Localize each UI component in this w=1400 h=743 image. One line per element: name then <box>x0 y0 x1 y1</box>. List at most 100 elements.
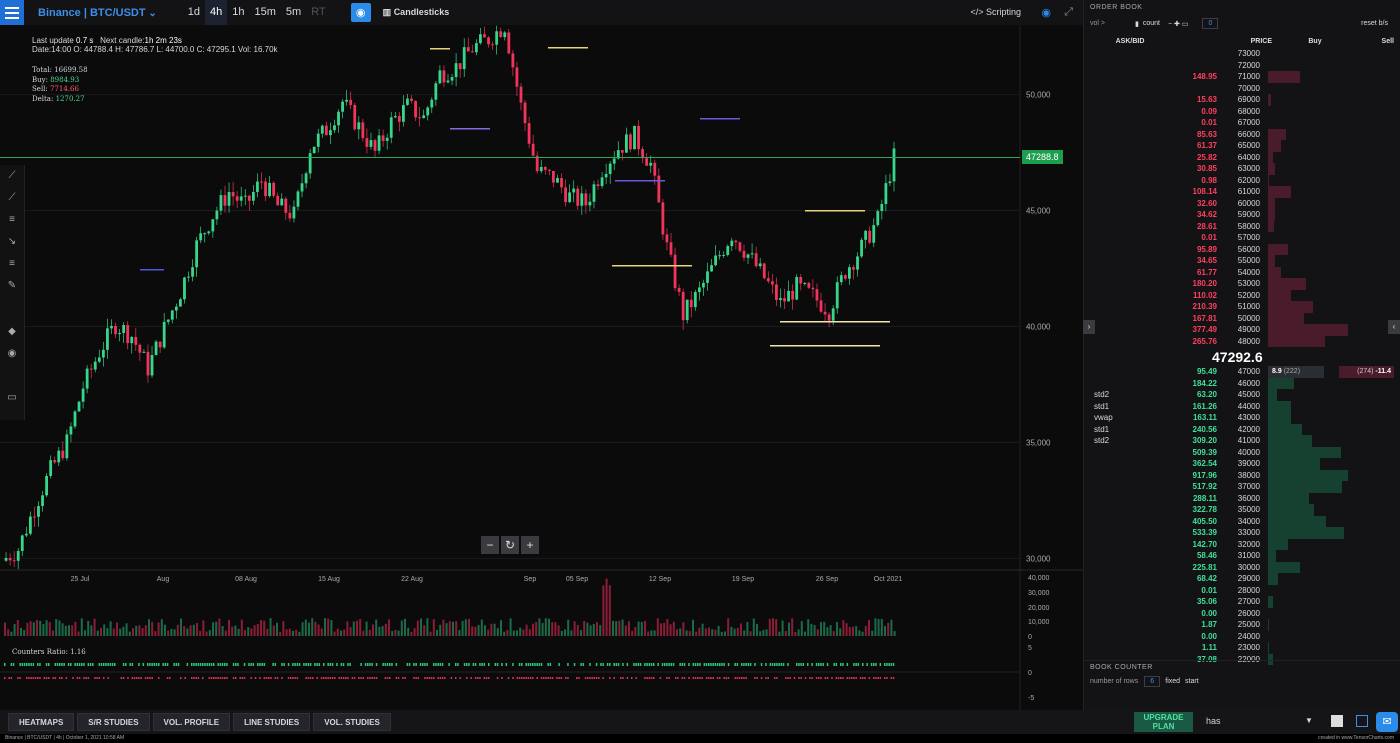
bid-row[interactable]: 533.39 33000 <box>1084 527 1400 539</box>
ask-row[interactable]: 377.49 49000 <box>1084 324 1400 336</box>
bid-row[interactable]: 35.06 27000 <box>1084 596 1400 608</box>
chart-area[interactable]: 50,000 45,000 40,000 35,000 30,000 25 Jul Aug 0… <box>0 25 1083 710</box>
ask-row[interactable]: 95.89 56000 <box>1084 243 1400 255</box>
bid-row[interactable]: std2 309.20 41000 <box>1084 435 1400 447</box>
tf-5m[interactable]: 5m <box>281 0 306 25</box>
ask-row[interactable]: 148.95 71000 <box>1084 71 1400 83</box>
bid-row[interactable]: std1 240.56 42000 <box>1084 423 1400 435</box>
bid-row[interactable]: 58.46 31000 <box>1084 550 1400 562</box>
bid-row[interactable]: 0.01 28000 <box>1084 585 1400 597</box>
ask-row[interactable]: 30.85 63000 <box>1084 163 1400 175</box>
ask-row[interactable]: 265.76 48000 <box>1084 335 1400 347</box>
bid-row[interactable]: 142.70 32000 <box>1084 538 1400 550</box>
count-input[interactable]: 0 <box>1202 18 1219 29</box>
ask-row[interactable]: 0.01 67000 <box>1084 117 1400 129</box>
bid-row[interactable]: 0.00 26000 <box>1084 608 1400 620</box>
bid-row[interactable]: 1.87 25000 <box>1084 619 1400 631</box>
fixed-button[interactable]: fixed <box>1165 678 1180 685</box>
ask-row[interactable]: 0.01 57000 <box>1084 232 1400 244</box>
bid-row[interactable]: 405.50 34000 <box>1084 515 1400 527</box>
bid-row[interactable]: 225.81 30000 <box>1084 561 1400 573</box>
bid-row[interactable]: 68.42 29000 <box>1084 573 1400 585</box>
ask-row[interactable]: 61.77 54000 <box>1084 266 1400 278</box>
bid-row[interactable]: vwap 163.11 43000 <box>1084 412 1400 424</box>
bid-row[interactable]: 517.92 37000 <box>1084 481 1400 493</box>
line-tool-icon[interactable]: ⟋ <box>0 165 24 187</box>
tf-1h[interactable]: 1h <box>227 0 249 25</box>
theme-light-icon[interactable] <box>1331 715 1343 727</box>
tf-15m[interactable]: 15m <box>250 0 281 25</box>
minus-icon[interactable]: − ✚ ▭ <box>1168 20 1188 28</box>
collapse-right-icon[interactable]: ‹ <box>1388 320 1400 334</box>
bid-row[interactable]: 0.00 24000 <box>1084 631 1400 643</box>
expand-icon[interactable]: ⤢ <box>1064 6 1073 19</box>
sr-studies-button[interactable]: S/R STUDIES <box>77 713 150 731</box>
collapse-left-icon[interactable]: › <box>1083 320 1095 334</box>
ask-row[interactable]: 180.20 53000 <box>1084 278 1400 290</box>
bar-chart-icon[interactable]: ▮ <box>1135 20 1139 28</box>
fib-tool-icon[interactable]: ≡ <box>0 209 24 231</box>
ask-row[interactable]: 108.14 61000 <box>1084 186 1400 198</box>
lock-icon[interactable]: ◆ <box>0 321 24 343</box>
ray-tool-icon[interactable]: ⟋ <box>0 187 24 209</box>
start-button[interactable]: start <box>1185 678 1199 685</box>
ask-row[interactable]: 28.61 58000 <box>1084 220 1400 232</box>
visibility-eye-icon[interactable]: ◉ <box>350 3 371 22</box>
bid-row[interactable]: std2 63.20 45000 <box>1084 389 1400 401</box>
reset-zoom-button[interactable]: ↻ <box>501 536 519 554</box>
rows-input[interactable]: 6 <box>1144 675 1161 687</box>
ask-row[interactable]: 73000 <box>1084 48 1400 60</box>
upgrade-plan-button[interactable]: UPGRADE PLAN <box>1134 712 1193 732</box>
bid-row[interactable]: 509.39 40000 <box>1084 446 1400 458</box>
layout-select[interactable]: has <box>1206 716 1221 726</box>
ask-row[interactable]: 210.39 51000 <box>1084 301 1400 313</box>
ask-row[interactable]: 85.63 66000 <box>1084 128 1400 140</box>
ask-row[interactable]: 167.81 50000 <box>1084 312 1400 324</box>
line-studies-button[interactable]: LINE STUDIES <box>233 713 311 731</box>
chevron-down-icon[interactable]: ▼ <box>1305 716 1313 725</box>
ask-row[interactable]: 0.98 62000 <box>1084 174 1400 186</box>
bid-row[interactable]: 322.78 35000 <box>1084 504 1400 516</box>
ask-row[interactable]: 34.62 59000 <box>1084 209 1400 221</box>
chart-type-button[interactable]: ▥ Candlesticks <box>383 7 450 18</box>
vol-studies-button[interactable]: VOL. STUDIES <box>313 713 391 731</box>
ask-row[interactable]: 72000 <box>1084 60 1400 72</box>
ask-row[interactable]: 34.65 55000 <box>1084 255 1400 267</box>
scripting-button[interactable]: </> Scripting <box>970 7 1021 17</box>
eye-icon[interactable]: ◉ <box>0 343 24 365</box>
ask-row[interactable]: 0.09 68000 <box>1084 105 1400 117</box>
vol-toggle[interactable]: vol > <box>1090 20 1105 27</box>
bid-row[interactable]: 184.22 46000 <box>1084 377 1400 389</box>
reset-bs-button[interactable]: reset b/s <box>1361 20 1388 27</box>
measure-tool-icon[interactable]: ↘ <box>0 231 24 253</box>
order-book-rows[interactable]: 73000 72000 148.95 71000 70000 15.63 69000 0.09… <box>1084 48 1400 668</box>
ask-row[interactable]: 25.82 64000 <box>1084 151 1400 163</box>
bid-row[interactable]: std1 161.26 44000 <box>1084 400 1400 412</box>
vol-profile-button[interactable]: VOL. PROFILE <box>152 713 231 731</box>
symbol-selector[interactable]: Binance | BTC/USDT <box>38 7 157 19</box>
ask-row[interactable]: 70000 <box>1084 83 1400 95</box>
menu-icon[interactable] <box>0 0 24 25</box>
heatmaps-button[interactable]: HEATMAPS <box>8 713 75 731</box>
counter-sell-mark <box>576 677 578 679</box>
ask-row[interactable]: 110.02 52000 <box>1084 289 1400 301</box>
ask-row[interactable]: 32.60 60000 <box>1084 197 1400 209</box>
theme-dark-icon[interactable] <box>1356 715 1368 727</box>
zoom-in-button[interactable]: + <box>521 536 539 554</box>
price-chart-svg[interactable]: 50,000 45,000 40,000 35,000 30,000 25 Jul Aug 0… <box>0 25 1083 710</box>
trash-icon[interactable]: ▭ <box>0 387 24 409</box>
ask-row[interactable]: 15.63 69000 <box>1084 94 1400 106</box>
camera-icon[interactable]: ◉ <box>1041 6 1051 19</box>
chat-icon[interactable]: ✉ <box>1376 712 1398 732</box>
tf-4h[interactable]: 4h <box>205 0 228 25</box>
ruler-tool-icon[interactable]: ✎ <box>0 275 24 297</box>
zoom-out-button[interactable]: − <box>481 536 499 554</box>
channel-tool-icon[interactable]: ≡ <box>0 253 24 275</box>
bid-row[interactable]: 362.54 39000 <box>1084 458 1400 470</box>
bid-row[interactable]: 1.11 23000 <box>1084 642 1400 654</box>
bid-row[interactable]: 288.11 36000 <box>1084 492 1400 504</box>
ask-row[interactable]: 61.37 65000 <box>1084 140 1400 152</box>
tf-rt[interactable]: RT <box>306 0 330 25</box>
bid-row[interactable]: 917.96 38000 <box>1084 469 1400 481</box>
tf-1d[interactable]: 1d <box>183 0 205 25</box>
